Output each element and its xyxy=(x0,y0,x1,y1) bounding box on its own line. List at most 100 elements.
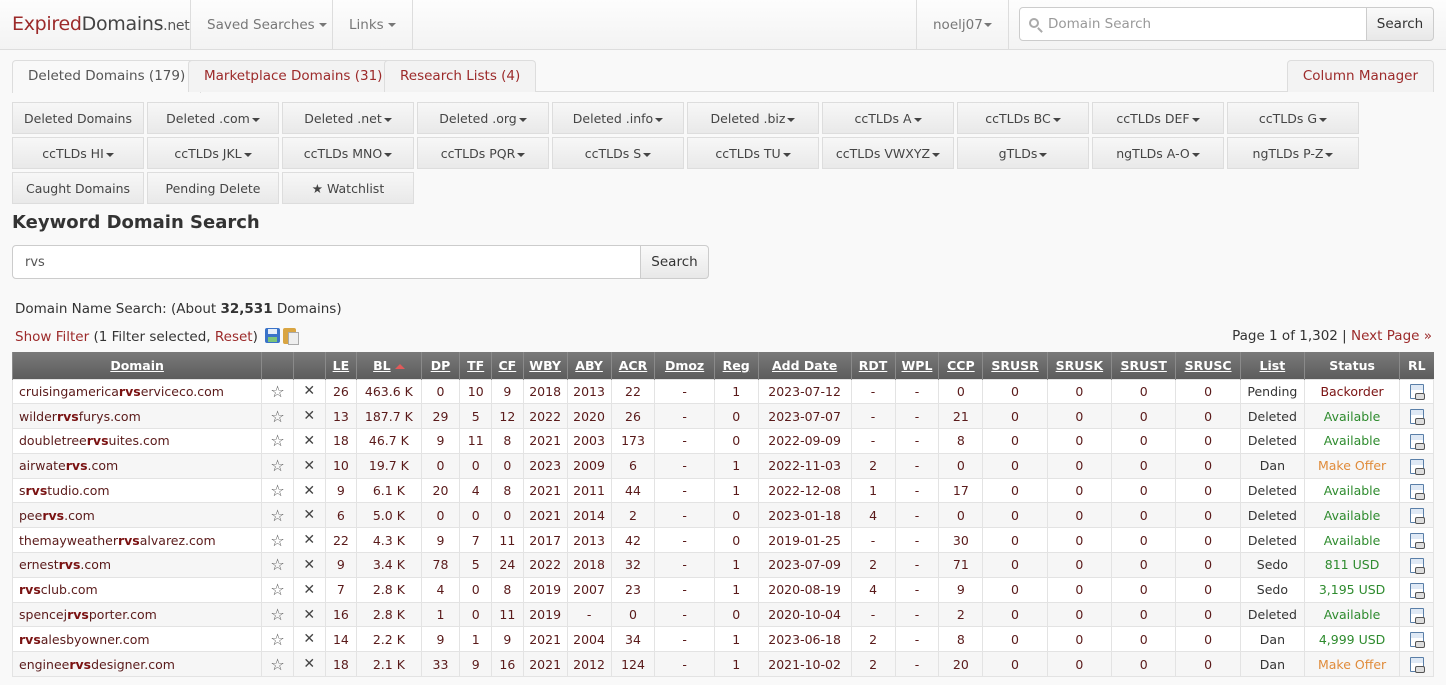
close-icon[interactable]: ✕ xyxy=(303,383,315,399)
close-icon[interactable]: ✕ xyxy=(303,656,315,672)
category-button[interactable]: ccTLDs JKL xyxy=(147,137,279,169)
category-button[interactable]: ccTLDs VWXYZ xyxy=(822,137,954,169)
category-button[interactable]: ccTLDs HI xyxy=(12,137,144,169)
cell-status[interactable]: 3,195 USD xyxy=(1304,576,1401,603)
tab-research-lists[interactable]: Research Lists (4) xyxy=(384,60,537,92)
close-icon[interactable]: ✕ xyxy=(303,408,315,424)
cell-status[interactable]: Make Offer xyxy=(1304,452,1401,479)
close-icon[interactable]: ✕ xyxy=(303,507,315,523)
close-icon[interactable]: ✕ xyxy=(303,458,315,474)
cell-status[interactable]: 4,999 USD xyxy=(1304,626,1401,653)
tab-deleted-domains[interactable]: Deleted Domains (179) xyxy=(12,60,202,93)
star-icon[interactable]: ☆ xyxy=(270,580,284,599)
cell-status[interactable]: Available xyxy=(1304,403,1401,430)
research-list-icon[interactable] xyxy=(1409,657,1425,674)
research-list-icon[interactable] xyxy=(1409,508,1425,525)
research-list-icon[interactable] xyxy=(1409,632,1425,649)
domain-cell[interactable]: cruisingamericarvserviceco.com xyxy=(11,378,263,405)
category-button[interactable]: ccTLDs PQR xyxy=(417,137,549,169)
star-icon[interactable]: ☆ xyxy=(270,431,284,450)
research-list-icon[interactable] xyxy=(1409,607,1425,624)
category-button[interactable]: Deleted .net xyxy=(282,102,414,134)
column-header-rdt[interactable]: RDT xyxy=(850,352,895,379)
category-button[interactable]: ★ Watchlist xyxy=(282,172,414,204)
domain-search-input[interactable] xyxy=(1020,8,1366,40)
star-icon[interactable]: ☆ xyxy=(270,555,284,574)
tab-marketplace-domains[interactable]: Marketplace Domains (31) xyxy=(188,60,399,92)
domain-search-button[interactable]: Search xyxy=(1367,7,1434,41)
column-header-reg[interactable]: Reg xyxy=(713,352,759,379)
close-icon[interactable]: ✕ xyxy=(303,557,315,573)
links-menu[interactable]: Links xyxy=(332,0,413,50)
column-header-srusc[interactable]: SRUSC xyxy=(1175,352,1241,379)
cell-status[interactable]: 811 USD xyxy=(1304,552,1401,578)
category-button[interactable]: ccTLDs TU xyxy=(687,137,819,169)
domain-cell[interactable]: srvstudio.com xyxy=(11,477,263,504)
cell-status[interactable]: Backorder xyxy=(1304,378,1401,405)
save-filter-icon[interactable] xyxy=(265,328,281,343)
category-button[interactable]: ccTLDs S xyxy=(552,137,684,169)
keyword-search-input[interactable] xyxy=(12,245,641,279)
research-list-icon[interactable] xyxy=(1409,384,1425,401)
domain-cell[interactable]: doubletreervsuites.com xyxy=(11,428,263,454)
category-button[interactable]: ccTLDs BC xyxy=(957,102,1089,134)
column-header-wby[interactable]: WBY xyxy=(522,352,568,379)
category-button[interactable]: ccTLDs DEF xyxy=(1092,102,1224,134)
column-header-domain[interactable]: Domain xyxy=(11,352,262,379)
domain-cell[interactable]: rvsclub.com xyxy=(11,576,263,603)
category-button[interactable]: Deleted .info xyxy=(552,102,684,134)
column-header-list[interactable]: List xyxy=(1239,352,1305,379)
column-header-tf[interactable]: TF xyxy=(459,352,492,379)
close-icon[interactable]: ✕ xyxy=(303,607,315,623)
close-icon[interactable]: ✕ xyxy=(303,433,315,449)
column-header-add-date[interactable]: Add Date xyxy=(757,352,852,379)
cell-status[interactable]: Available xyxy=(1304,428,1401,454)
category-button[interactable]: Pending Delete xyxy=(147,172,279,204)
column-header-cf[interactable]: CF xyxy=(491,352,524,379)
domain-cell[interactable]: airwatervs.com xyxy=(11,452,263,479)
domain-cell[interactable]: themayweatherrvsalvarez.com xyxy=(11,527,263,554)
star-icon[interactable]: ☆ xyxy=(270,605,284,624)
clipboard-icon[interactable] xyxy=(283,328,300,345)
research-list-icon[interactable] xyxy=(1409,433,1425,450)
column-manager-button[interactable]: Column Manager xyxy=(1286,60,1434,92)
domain-cell[interactable]: rvsalesbyowner.com xyxy=(11,626,263,653)
star-icon[interactable]: ☆ xyxy=(270,506,284,525)
research-list-icon[interactable] xyxy=(1409,533,1425,550)
cell-status[interactable]: Available xyxy=(1304,527,1401,554)
column-header-srusr[interactable]: SRUSR xyxy=(982,352,1048,379)
brand-logo[interactable]: ExpiredDomains.net xyxy=(12,13,190,35)
column-header-acr[interactable]: ACR xyxy=(610,352,655,379)
star-icon[interactable]: ☆ xyxy=(270,531,284,550)
category-button[interactable]: Deleted .biz xyxy=(687,102,819,134)
star-icon[interactable]: ☆ xyxy=(270,655,284,674)
close-icon[interactable]: ✕ xyxy=(303,582,315,598)
column-header-srusk[interactable]: SRUSK xyxy=(1046,352,1112,379)
column-header-wpl[interactable]: WPL xyxy=(894,352,939,379)
category-button[interactable]: Deleted .com xyxy=(147,102,279,134)
saved-searches-menu[interactable]: Saved Searches xyxy=(190,0,343,50)
user-menu[interactable]: noelj07 xyxy=(916,0,1009,50)
research-list-icon[interactable] xyxy=(1409,557,1425,574)
category-button[interactable]: gTLDs xyxy=(957,137,1089,169)
star-icon[interactable]: ☆ xyxy=(270,456,284,475)
column-header-dmoz[interactable]: Dmoz xyxy=(654,352,715,379)
keyword-search-button[interactable]: Search xyxy=(641,245,709,279)
close-icon[interactable]: ✕ xyxy=(303,532,315,548)
star-icon[interactable]: ☆ xyxy=(270,481,284,500)
column-header-le[interactable]: LE xyxy=(324,352,357,379)
research-list-icon[interactable] xyxy=(1409,458,1425,475)
reset-filter-link[interactable]: Reset xyxy=(215,329,253,345)
column-header-dp[interactable]: DP xyxy=(420,352,460,379)
domain-cell[interactable]: spencejrvsporter.com xyxy=(11,601,263,628)
domain-cell[interactable]: ernestrvs.com xyxy=(11,552,263,578)
category-button[interactable]: ccTLDs G xyxy=(1227,102,1359,134)
cell-status[interactable]: Available xyxy=(1304,502,1401,529)
show-filter-link[interactable]: Show Filter xyxy=(15,329,89,345)
category-button[interactable]: ngTLDs P-Z xyxy=(1227,137,1359,169)
cell-status[interactable]: Available xyxy=(1304,601,1401,628)
column-header-srust[interactable]: SRUST xyxy=(1111,352,1176,379)
close-icon[interactable]: ✕ xyxy=(303,631,315,647)
star-icon[interactable]: ☆ xyxy=(270,407,284,426)
column-header-ccp[interactable]: CCP xyxy=(938,352,983,379)
